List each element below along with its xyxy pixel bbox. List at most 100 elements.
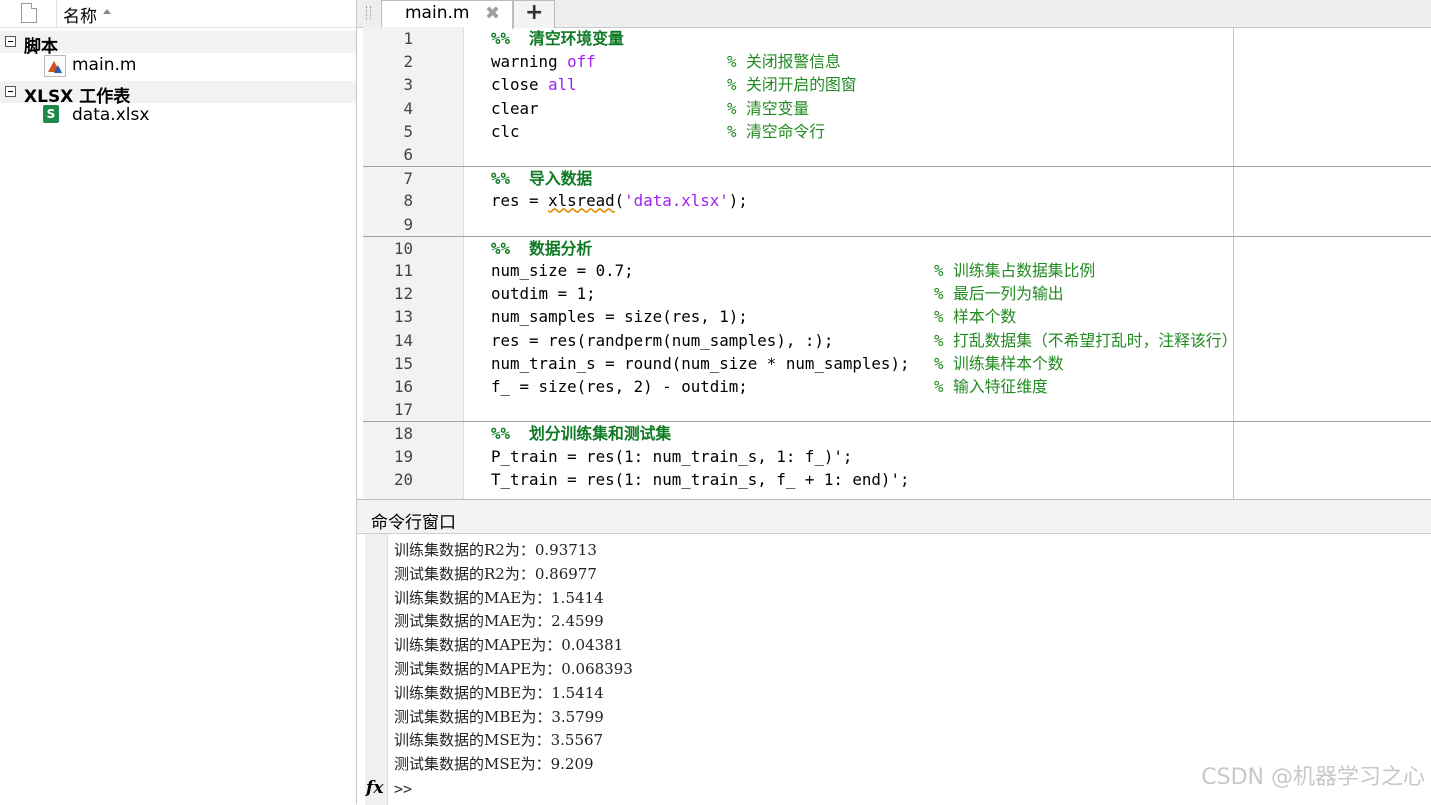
code-line[interactable]: 7 %% 导入数据	[363, 166, 1431, 190]
code-text: clear	[491, 98, 539, 118]
line-number: 14	[393, 330, 413, 350]
code-line[interactable]: 10 %% 数据分析	[363, 235, 1431, 260]
code-text: num_size = 0.7;	[491, 261, 634, 280]
section-title: %% 划分训练集和测试集	[491, 424, 672, 444]
line-number: 17	[393, 400, 413, 420]
code-line[interactable]: 4 clear % 清空变量	[363, 97, 1431, 120]
line-number: 18	[393, 424, 413, 444]
code-comment: % 关闭报警信息	[727, 52, 841, 72]
code-line[interactable]: 1 %% 清空环境变量	[363, 27, 1431, 50]
code-comment: % 训练集样本个数	[934, 353, 1064, 373]
output-line: 训练集数据的MSE为：3.5567	[394, 731, 604, 750]
plus-icon: +	[525, 0, 544, 25]
code-line[interactable]: 17	[363, 398, 1431, 421]
code-line[interactable]: 16 f_ = size(res, 2) - outdim; % 输入特征维度	[363, 375, 1431, 398]
code-comment: % 样本个数	[934, 307, 1017, 327]
editor-tab-bar: main.m ✖ +	[357, 0, 1431, 29]
code-comment: % 关闭开启的图窗	[727, 75, 857, 95]
file-type-column-icon[interactable]	[21, 3, 37, 23]
code-line[interactable]: 19 P_train = res(1: num_train_s, 1: f_)';	[363, 445, 1431, 468]
code-text: num_samples = size(res, 1);	[491, 307, 748, 327]
code-editor[interactable]: 1 %% 清空环境变量 2 warning off % 关闭报警信息 3 close all…	[363, 27, 1431, 499]
tab-main-m[interactable]: main.m ✖	[381, 0, 513, 29]
file-name: data.xlsx	[72, 105, 150, 125]
code-text: clc	[491, 121, 520, 141]
section-title: %% 导入数据	[491, 169, 593, 189]
line-number: 9	[403, 214, 413, 234]
code-line[interactable]: 5 clc % 清空命令行	[363, 120, 1431, 143]
code-line[interactable]: 13 num_samples = size(res, 1); % 样本个数	[363, 305, 1431, 328]
function-browser-icon[interactable]: fx	[366, 778, 383, 798]
code-text: f_ = size(res, 2) - outdim;	[491, 377, 748, 396]
code-line[interactable]: 20 T_train = res(1: num_train_s, f_ + 1: …	[363, 468, 1431, 491]
code-comment: % 清空变量	[727, 98, 810, 118]
code-text: warning off	[491, 52, 596, 72]
current-folder-panel: 名称 脚本 main.m XLSX 工作表 S data.xlsx	[0, 0, 357, 804]
code-line[interactable]: 14 res = res(randperm(num_samples), :); % …	[363, 329, 1431, 352]
column-separator[interactable]	[56, 0, 57, 27]
line-number: 3	[403, 75, 413, 95]
sort-ascending-icon[interactable]	[103, 9, 111, 14]
code-text: res = res(randperm(num_samples), :);	[491, 330, 834, 350]
line-number: 12	[393, 284, 413, 304]
line-number: 15	[393, 353, 413, 373]
command-prompt[interactable]: >>	[394, 780, 412, 798]
code-line[interactable]: 8 res = xlsread('data.xlsx');	[363, 189, 1431, 212]
code-line[interactable]: 12 outdim = 1; % 最后一列为输出	[363, 282, 1431, 305]
code-comment: % 输入特征维度	[934, 377, 1048, 396]
group-scripts[interactable]: 脚本	[0, 31, 356, 57]
code-line[interactable]: 2 warning off % 关闭报警信息	[363, 50, 1431, 73]
code-comment: % 打乱数据集（不希望打乱时，注释该行）	[934, 330, 1238, 350]
code-line[interactable]: 11 num_size = 0.7; % 训练集占数据集比例	[363, 259, 1431, 282]
code-line[interactable]: 3 close all % 关闭开启的图窗	[363, 73, 1431, 96]
drag-grip-icon[interactable]	[366, 6, 371, 20]
file-list-header: 名称	[0, 0, 356, 28]
code-line[interactable]: 15 num_train_s = round(num_size * num_sam…	[363, 352, 1431, 375]
matlab-file-icon	[44, 55, 66, 77]
code-text: res = xlsread('data.xlsx');	[491, 191, 748, 211]
output-line: 测试集数据的MAE为：2.4599	[394, 612, 604, 631]
code-text: outdim = 1;	[491, 284, 596, 304]
collapse-icon[interactable]	[5, 36, 16, 47]
group-xlsx[interactable]: XLSX 工作表	[0, 81, 356, 107]
code-text: T_train = res(1: num_train_s, f_ + 1: en…	[491, 469, 910, 489]
code-text: num_train_s = round(num_size * num_sampl…	[491, 353, 910, 373]
code-line[interactable]: 18 %% 划分训练集和测试集	[363, 421, 1431, 445]
command-window-titlebar[interactable]: 命令行窗口	[357, 500, 1431, 534]
output-line: 训练集数据的MAE为：1.5414	[394, 588, 604, 607]
line-number: 2	[403, 52, 413, 72]
file-item-data-xlsx[interactable]: S data.xlsx	[0, 104, 356, 127]
file-item-main-m[interactable]: main.m	[0, 54, 356, 77]
line-number: 1	[403, 29, 413, 48]
collapse-icon[interactable]	[5, 86, 16, 97]
code-line[interactable]: 6	[363, 143, 1431, 166]
output-line: 训练集数据的R2为：0.93713	[394, 541, 597, 559]
new-tab-button[interactable]: +	[513, 0, 555, 28]
name-column-header[interactable]: 名称	[63, 2, 97, 27]
code-comment: % 训练集占数据集比例	[934, 261, 1096, 280]
line-number: 5	[403, 121, 413, 141]
line-number: 13	[393, 307, 413, 327]
section-title: %% 清空环境变量	[491, 29, 624, 48]
line-number: 16	[393, 377, 413, 396]
output-line: 测试集数据的MBE为：3.5799	[394, 707, 604, 726]
command-window-gutter	[365, 534, 388, 805]
command-window: 命令行窗口 训练集数据的R2为：0.93713 测试集数据的R2为：0.86977…	[357, 499, 1431, 805]
close-icon[interactable]: ✖	[485, 3, 500, 24]
output-line: 测试集数据的MSE为：9.209	[394, 755, 594, 774]
line-number: 19	[393, 446, 413, 466]
line-number: 11	[393, 261, 413, 280]
output-line: 测试集数据的R2为：0.86977	[394, 564, 597, 583]
code-comment: % 清空命令行	[727, 121, 826, 141]
line-number: 4	[403, 98, 413, 118]
tab-label: main.m	[405, 3, 470, 23]
code-line[interactable]: 9	[363, 213, 1431, 236]
watermark: CSDN @机器学习之心	[1201, 765, 1425, 790]
section-title: %% 数据分析	[491, 238, 593, 258]
output-line: 训练集数据的MAPE为：0.04381	[394, 636, 624, 655]
file-name: main.m	[72, 55, 137, 75]
code-text: P_train = res(1: num_train_s, 1: f_)';	[491, 446, 853, 466]
line-number: 10	[393, 238, 413, 258]
code-comment: % 最后一列为输出	[934, 284, 1064, 304]
line-number: 8	[403, 191, 413, 211]
